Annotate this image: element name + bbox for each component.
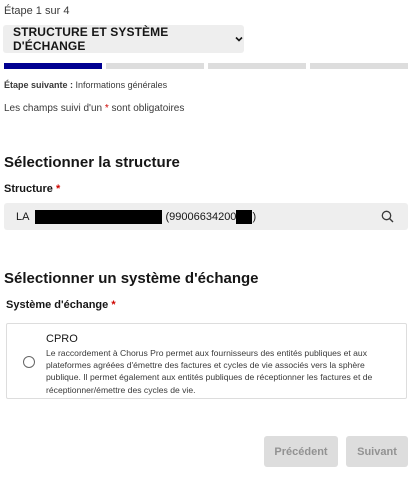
chevron-down-icon — [234, 34, 244, 44]
required-star: * — [55, 183, 61, 195]
current-step-label: STRUCTURE ET SYSTÈME D'ÉCHANGE — [13, 25, 169, 53]
cpro-radio[interactable] — [23, 356, 35, 368]
next-step-label: Étape suivante : — [4, 80, 74, 90]
progress-segment-4 — [310, 63, 408, 69]
next-step-value: Informations générales — [75, 80, 168, 90]
progress-segment-3 — [208, 63, 306, 69]
structure-value-id: (99006634200 — [165, 210, 237, 223]
previous-button[interactable]: Précédent — [264, 436, 338, 467]
progress-segment-1 — [4, 63, 102, 69]
next-step-info: Étape suivante : Informations générales — [4, 80, 167, 90]
required-star: * — [111, 299, 116, 311]
required-note-before: Les champs suivi d'un — [4, 103, 103, 114]
structure-label-text: Structure — [4, 183, 53, 195]
step-counter: Étape 1 sur 4 — [4, 5, 70, 17]
next-button[interactable]: Suivant — [346, 436, 408, 467]
structure-value-suffix: ) — [252, 210, 257, 223]
structure-value-prefix: LA — [16, 210, 30, 223]
redacted-block — [35, 209, 163, 224]
required-fields-note: Les champs suivi d'un * sont obligatoire… — [4, 103, 184, 114]
search-icon[interactable] — [381, 210, 394, 223]
structure-section-heading: Sélectionner la structure — [4, 154, 180, 171]
systeme-option-cpro[interactable]: CPRO Le raccordement à Chorus Pro permet… — [6, 323, 407, 399]
required-star: * — [104, 103, 109, 114]
step-progress-bar — [4, 63, 408, 69]
systeme-label-text: Système d'échange — [6, 299, 109, 311]
required-note-after: sont obligatoires — [111, 103, 185, 114]
structure-field-label: Structure * — [4, 183, 60, 195]
progress-segment-2 — [106, 63, 204, 69]
redacted-block — [236, 209, 253, 224]
current-step-dropdown[interactable]: STRUCTURE ET SYSTÈME D'ÉCHANGE — [3, 25, 244, 53]
systeme-field-label: Système d'échange * — [6, 299, 116, 311]
systeme-section-heading: Sélectionner un système d'échange — [4, 270, 259, 287]
structure-search-input[interactable]: LA (99006634200 ) — [4, 203, 408, 230]
cpro-option-title: CPRO — [46, 333, 78, 345]
cpro-option-description: Le raccordement à Chorus Pro permet aux … — [46, 348, 373, 395]
